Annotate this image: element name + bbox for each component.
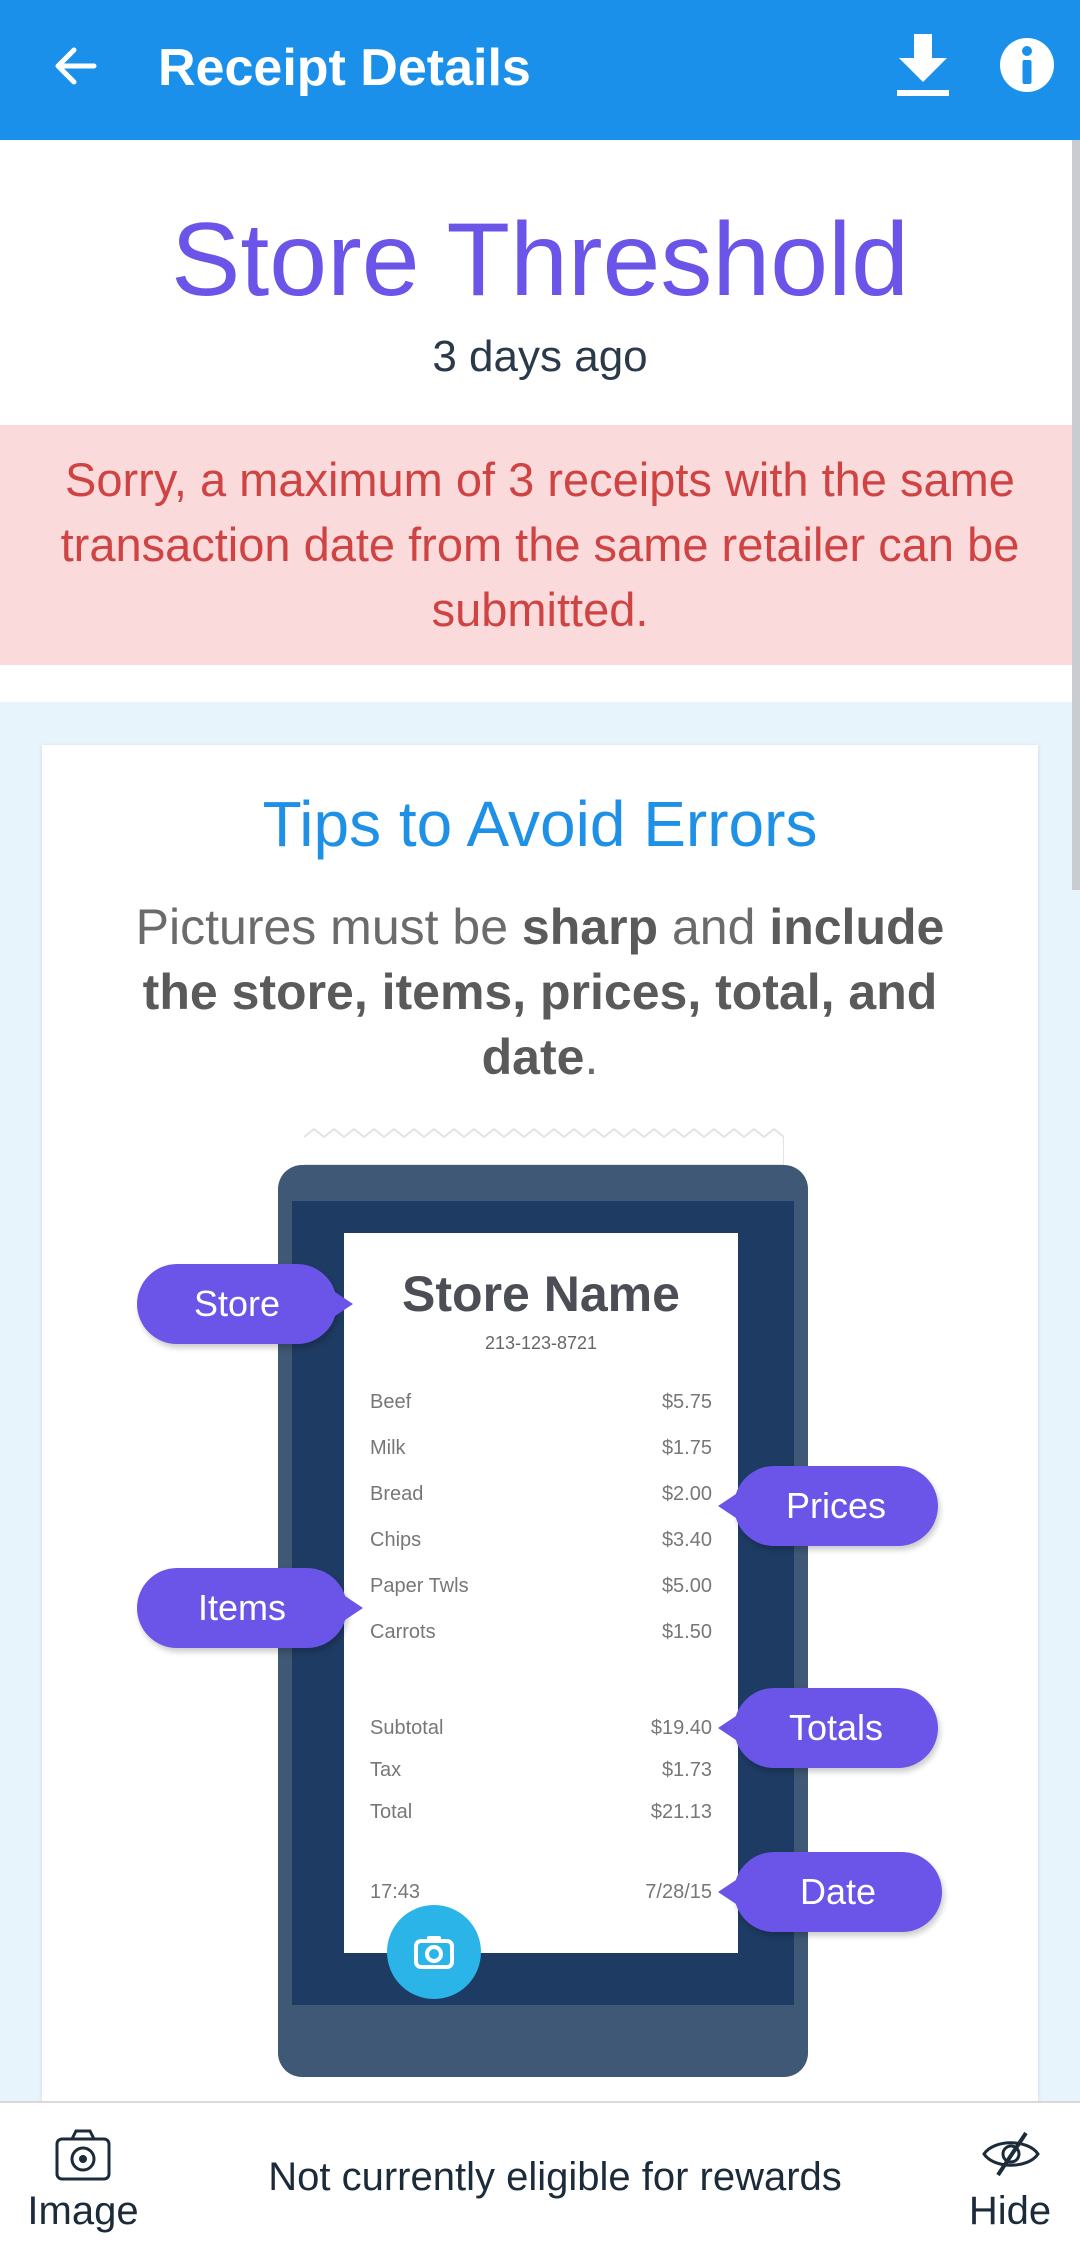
callout-items-label: Items — [197, 1587, 286, 1628]
receipt-item: Bread $2.00 — [370, 1483, 712, 1513]
receipt-date: 7/28/15 — [645, 1881, 712, 1903]
tax-label: Tax — [370, 1759, 402, 1781]
total-label: Total — [370, 1801, 413, 1823]
item-price: $5.00 — [661, 1575, 712, 1597]
item-label: Milk — [370, 1437, 406, 1459]
tips-text-part: . — [584, 1029, 599, 1085]
callout-pointer — [335, 1292, 353, 1316]
hide-button[interactable]: Hide — [950, 2123, 1070, 2243]
receipt-total: Total $21.13 — [370, 1801, 712, 1831]
tips-text-part: Pictures must be — [135, 899, 522, 955]
image-button-label: Image — [27, 2189, 139, 2233]
callout-store: Store — [137, 1264, 353, 1344]
time-ago: 3 days ago — [432, 332, 648, 381]
receipt-summary: Store Threshold 3 days ago Sorry, a maxi… — [0, 140, 1080, 702]
item-price: $5.75 — [661, 1391, 712, 1413]
back-arrow-icon[interactable] — [48, 38, 104, 94]
callout-pointer — [345, 1596, 363, 1620]
receipt-phone: 213-123-8721 — [484, 1333, 598, 1353]
receipt-tax: Tax $1.73 — [370, 1759, 712, 1789]
item-label: Chips — [370, 1529, 422, 1551]
item-price: $1.50 — [661, 1621, 712, 1643]
store-title: Store Threshold — [170, 202, 910, 318]
tips-title: Tips to Avoid Errors — [262, 788, 818, 860]
tips-text: Pictures must be sharp and include the s… — [102, 895, 978, 1090]
app-bar: Receipt Details — [0, 0, 1080, 140]
tax-value: $1.73 — [661, 1759, 712, 1781]
callout-date: Date — [718, 1852, 942, 1932]
camera-icon — [55, 2129, 111, 2181]
info-icon[interactable] — [998, 36, 1056, 94]
item-label: Beef — [370, 1391, 412, 1413]
sample-receipt: Store Name 213-123-8721 Beef $5.75 Milk $1… — [344, 1233, 738, 1953]
total-value: $21.13 — [650, 1801, 712, 1823]
paper-tear-illustration — [304, 1127, 784, 1165]
receipt-item: Paper Twls $5.00 — [370, 1575, 712, 1605]
item-price: $1.75 — [661, 1437, 712, 1459]
item-label: Bread — [370, 1483, 424, 1505]
item-price: $2.00 — [661, 1483, 712, 1505]
callout-prices-label: Prices — [785, 1485, 887, 1526]
hide-button-label: Hide — [968, 2189, 1052, 2233]
error-banner: Sorry, a maximum of 3 receipts with the … — [0, 425, 1080, 665]
receipt-item: Carrots $1.50 — [370, 1621, 712, 1651]
item-label: Carrots — [370, 1621, 436, 1643]
callout-items: Items — [137, 1568, 363, 1648]
receipt-item: Beef $5.75 — [370, 1391, 712, 1421]
rewards-status: Not currently eligible for rewards — [268, 2155, 842, 2199]
scrollbar[interactable] — [1072, 140, 1080, 890]
callout-totals: Totals — [718, 1688, 938, 1768]
screen-title: Receipt Details — [158, 39, 531, 97]
callout-date-label: Date — [799, 1871, 877, 1912]
callout-pointer — [718, 1716, 736, 1740]
subtotal-value: $19.40 — [650, 1717, 712, 1739]
callout-store-label: Store — [193, 1283, 281, 1324]
callout-prices: Prices — [718, 1466, 938, 1546]
callout-totals-label: Totals — [788, 1707, 884, 1748]
callout-pointer — [718, 1494, 736, 1518]
camera-icon — [414, 1936, 454, 1969]
download-icon[interactable] — [893, 32, 953, 98]
receipt-subtotal: Subtotal $19.40 — [370, 1717, 712, 1747]
item-price: $3.40 — [661, 1529, 712, 1551]
phone-illustration: Store Name 213-123-8721 Beef $5.75 Milk $1… — [278, 1165, 808, 2077]
bottom-bar: Image Not currently eligible for rewards… — [0, 2101, 1080, 2255]
callout-pointer — [718, 1880, 736, 1904]
camera-button-illustration — [387, 1905, 481, 1999]
tips-emphasis-sharp: sharp — [521, 899, 659, 955]
item-label: Paper Twls — [370, 1575, 469, 1597]
receipt-item: Chips $3.40 — [370, 1529, 712, 1559]
receipt-store-name: Store Name — [402, 1266, 680, 1322]
receipt-item: Milk $1.75 — [370, 1437, 712, 1467]
eye-off-icon — [982, 2131, 1040, 2177]
error-message: Sorry, a maximum of 3 receipts with the … — [60, 453, 1020, 636]
subtotal-label: Subtotal — [370, 1717, 444, 1739]
image-button[interactable]: Image — [18, 2123, 148, 2243]
receipt-time: 17:43 — [370, 1881, 421, 1903]
tips-text-part: and — [658, 899, 770, 955]
